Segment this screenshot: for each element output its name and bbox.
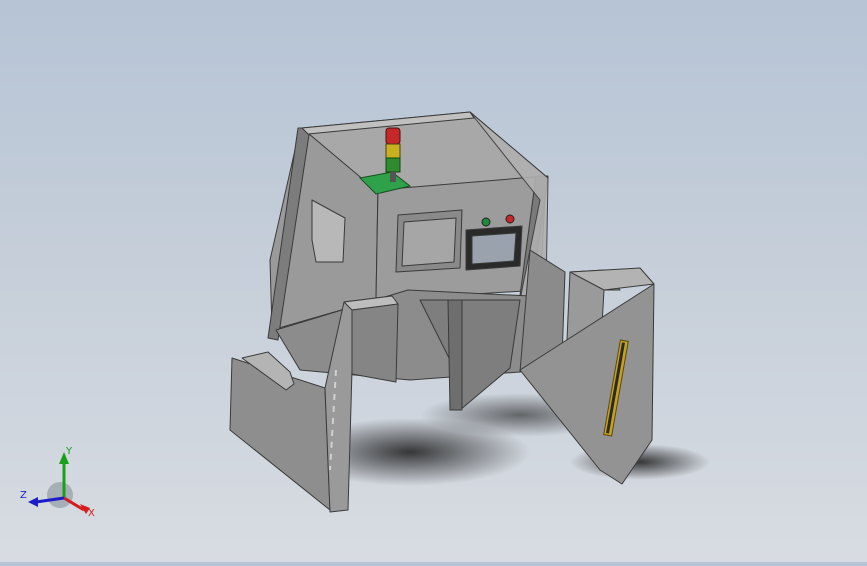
center-leg <box>447 299 463 411</box>
indicator-green-icon <box>481 217 491 227</box>
orientation-triad: Y X Z <box>20 446 95 519</box>
left-station-side <box>351 303 399 383</box>
cad-viewport[interactable]: Y X Z <box>0 0 867 562</box>
y-axis-label: Y <box>65 446 73 457</box>
stack-light-red <box>385 127 401 145</box>
z-axis-label: Z <box>20 490 27 501</box>
indicator-red-icon <box>505 214 515 224</box>
stack-light-green <box>385 157 401 173</box>
model-canvas[interactable] <box>0 0 867 562</box>
stack-light-pole <box>390 172 396 182</box>
hmi-screen-inner <box>471 232 517 265</box>
x-axis-label: X <box>88 508 95 519</box>
stack-light-yellow <box>385 143 401 159</box>
front-window-inner <box>401 217 457 267</box>
